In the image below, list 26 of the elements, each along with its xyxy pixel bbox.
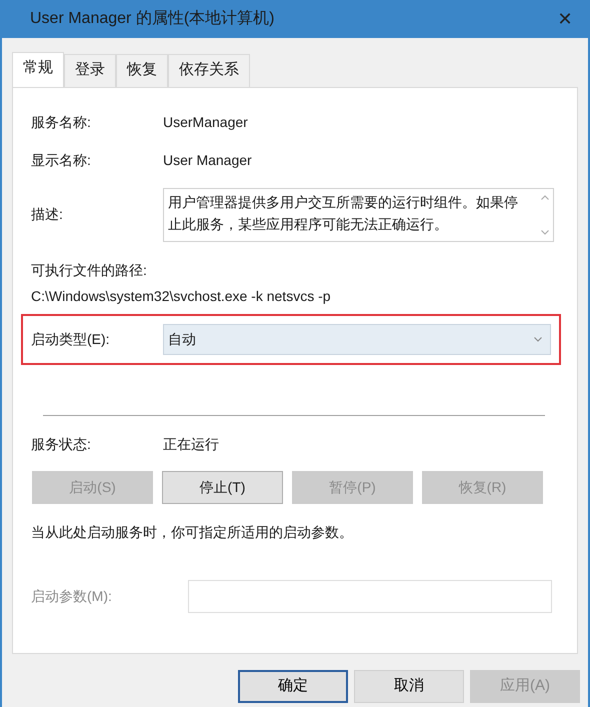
scroll-down-icon[interactable] <box>541 230 549 234</box>
startup-type-dropdown[interactable]: 自动 <box>163 324 551 354</box>
window-title: User Manager 的属性(本地计算机) <box>30 8 274 29</box>
scroll-up-icon[interactable] <box>541 194 549 200</box>
tab[interactable]: 依存关系 <box>168 54 250 86</box>
caret-icon <box>534 336 542 342</box>
service-button[interactable]: 停止(T) <box>162 470 283 504</box>
field-value: UserManager <box>163 112 248 132</box>
field-label: 启动类型(E): <box>31 330 111 349</box>
description-text: 用户管理器提供多用户交互所需要的运行时组件。如果停止此服务，某些应用程序可能无法正确运行。 <box>168 194 518 232</box>
tab[interactable]: 恢复 <box>116 54 168 86</box>
field-label: 启动参数(M): <box>31 586 113 606</box>
field-label: 描述: <box>31 205 64 224</box>
path-value: C:\Windows\system32\svchost.exe -k netsvcs -p <box>31 286 332 306</box>
field-label: 显示名称: <box>31 150 92 170</box>
field-label: 服务名称: <box>31 112 92 132</box>
close-button[interactable]: ✕ <box>542 0 588 38</box>
tab[interactable]: 常规 <box>12 52 64 86</box>
tab[interactable]: 登录 <box>64 54 116 86</box>
field-value: User Manager <box>163 150 252 170</box>
hint-text: 当从此处启动服务时，你可指定所适用的启动参数。 <box>31 522 354 542</box>
dialog-button[interactable]: 取消 <box>354 670 464 702</box>
field-value: 正在运行 <box>163 434 219 454</box>
dialog-button[interactable]: 确定 <box>238 670 348 702</box>
field-label: 服务状态: <box>31 434 92 454</box>
path-label: 可执行文件的路径: <box>31 260 148 280</box>
